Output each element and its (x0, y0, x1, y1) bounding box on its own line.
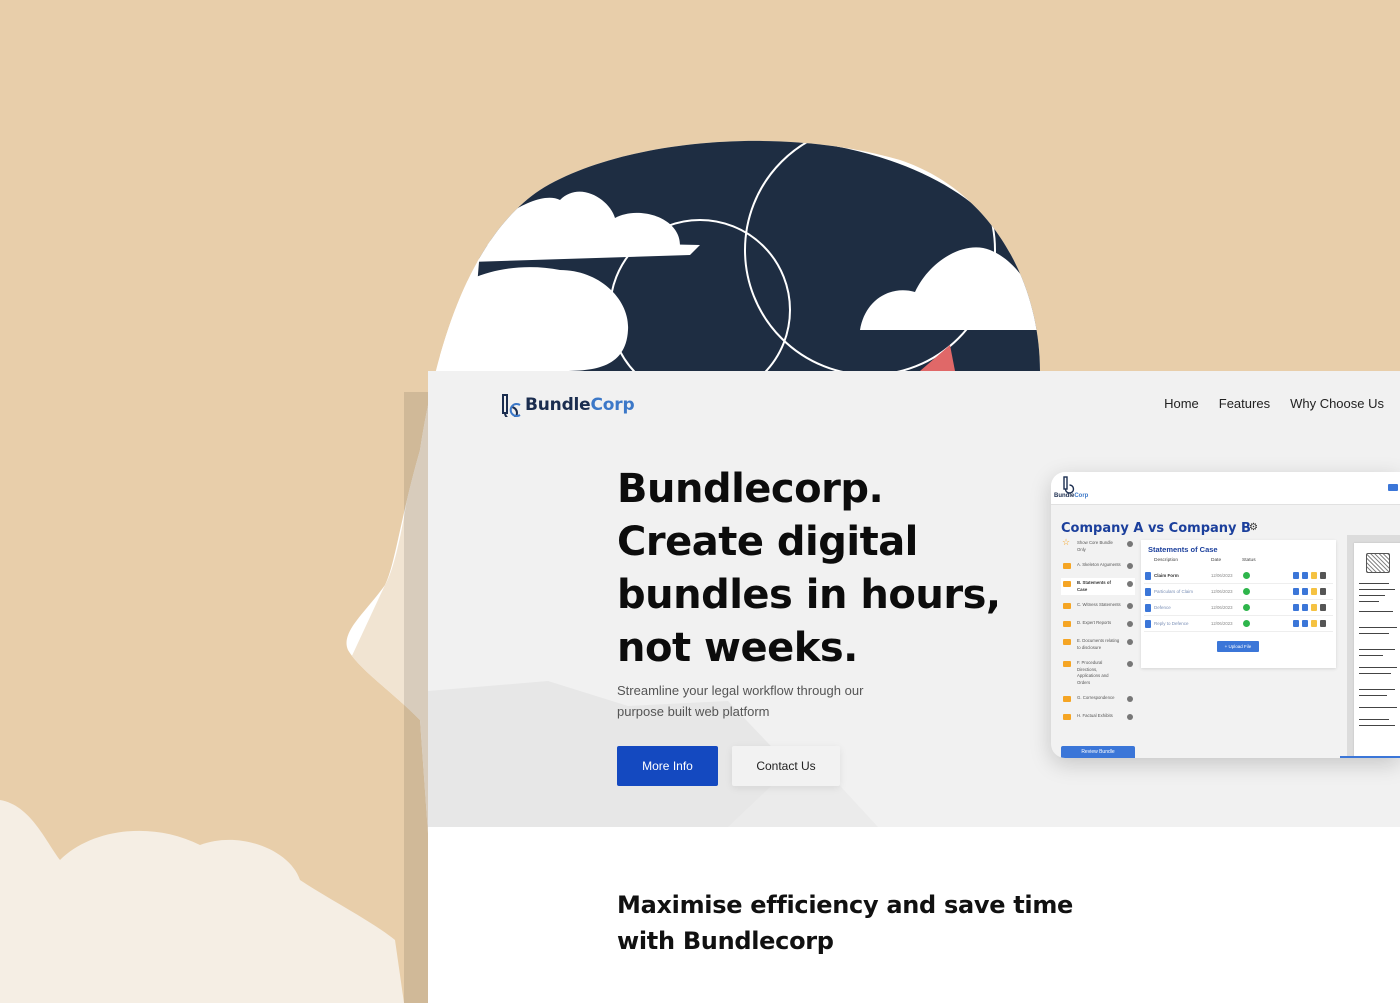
sidebar-item-witness-statements[interactable]: C. Witness Statements (1061, 600, 1135, 613)
nav-features-link[interactable]: Features (1219, 396, 1270, 411)
brand-logo-icon (502, 394, 521, 417)
info-icon (1127, 581, 1133, 587)
gear-icon[interactable]: ⚙ (1249, 522, 1258, 533)
edit-icon[interactable] (1293, 588, 1299, 595)
info-icon (1127, 639, 1133, 645)
contact-us-button[interactable]: Contact Us (732, 746, 840, 786)
info-icon (1127, 621, 1133, 627)
star-icon[interactable] (1311, 604, 1317, 611)
folder-icon[interactable] (1388, 484, 1398, 491)
document-viewer[interactable] (1347, 535, 1400, 758)
document-viewer-progress (1340, 756, 1400, 758)
edit-icon[interactable] (1293, 604, 1299, 611)
panel-title: Statements of Case (1148, 545, 1218, 554)
folder-icon (1063, 639, 1071, 645)
column-header-status: Status (1242, 558, 1256, 563)
main-nav: Home Features Why Choose Us (1164, 396, 1384, 411)
status-check-icon (1243, 604, 1250, 611)
trash-icon[interactable] (1320, 572, 1326, 579)
info-icon (1127, 661, 1133, 667)
file-icon (1145, 620, 1151, 628)
edit-icon[interactable] (1293, 620, 1299, 627)
document-icon[interactable] (1302, 604, 1308, 611)
trash-icon[interactable] (1320, 588, 1326, 595)
more-info-button[interactable]: More Info (617, 746, 718, 786)
column-header-description: Description (1154, 558, 1178, 563)
statements-of-case-panel: Statements of Case Description Date Stat… (1141, 540, 1336, 668)
sidebar-item-skeleton-arguments[interactable]: A. Skeleton Arguments (1061, 560, 1135, 573)
preview-logo-text: BundleCorp (1054, 493, 1089, 499)
app-preview-card: BundleCorp Company A vs Company B ⚙ ☆ Sho… (1051, 472, 1400, 758)
case-title: Company A vs Company B (1061, 521, 1251, 536)
brand-logo[interactable]: BundleCorp (500, 393, 635, 417)
preview-header: BundleCorp (1051, 472, 1400, 505)
folder-icon (1063, 661, 1071, 667)
hero-title-line-1: Bundlecorp. (617, 466, 884, 512)
upload-file-button[interactable]: + Upload File (1217, 641, 1259, 652)
file-icon (1145, 572, 1151, 580)
table-row[interactable]: Claim Form 12/06/2023 (1144, 569, 1333, 584)
info-icon (1127, 714, 1133, 720)
nav-home-link[interactable]: Home (1164, 396, 1199, 411)
info-icon (1127, 541, 1133, 547)
website-panel: BundleCorp Home Features Why Choose Us B… (428, 371, 1400, 1003)
folder-icon (1063, 696, 1071, 702)
hero-section: BundleCorp Home Features Why Choose Us B… (428, 371, 1400, 827)
folder-icon (1063, 563, 1071, 569)
status-check-icon (1243, 588, 1250, 595)
star-icon[interactable] (1311, 620, 1317, 627)
folder-icon (1063, 714, 1071, 720)
document-page-thumbnail (1354, 543, 1400, 758)
file-icon (1145, 588, 1151, 596)
bundle-sidebar: ☆ Show Core Bundle Only A. Skeleton Argum… (1061, 538, 1135, 729)
review-bundle-button[interactable]: Review Bundle (1061, 746, 1135, 758)
hero-subtitle: Streamline your legal workflow through o… (617, 683, 864, 719)
info-icon (1127, 603, 1133, 609)
hero-title: Bundlecorp. Create digital bundles in ho… (617, 463, 1037, 675)
hero-title-line-3: bundles in hours, (617, 572, 1001, 618)
trash-icon[interactable] (1320, 620, 1326, 627)
sidebar-item-procedural-directions[interactable]: F. Procedural Directions, Applications a… (1061, 658, 1135, 688)
folder-icon (1063, 621, 1071, 627)
info-icon (1127, 696, 1133, 702)
document-icon[interactable] (1302, 572, 1308, 579)
folder-icon (1063, 581, 1071, 587)
edit-icon[interactable] (1293, 572, 1299, 579)
sidebar-item-core-bundle[interactable]: ☆ Show Core Bundle Only (1061, 538, 1135, 555)
document-icon[interactable] (1302, 620, 1308, 627)
table-row[interactable]: Defence 12/06/2023 (1144, 601, 1333, 616)
nav-why-choose-us-link[interactable]: Why Choose Us (1290, 396, 1384, 411)
sidebar-item-correspondence[interactable]: G. Correspondence (1061, 693, 1135, 706)
table-row[interactable]: Reply to Defence 12/06/2023 (1144, 617, 1333, 632)
sidebar-item-statements-of-case[interactable]: B. Statements of Case (1061, 578, 1135, 595)
star-icon: ☆ (1062, 537, 1071, 547)
document-icon[interactable] (1302, 588, 1308, 595)
sidebar-item-factual-exhibits[interactable]: H. Factual Exhibits (1061, 711, 1135, 724)
star-icon[interactable] (1311, 572, 1317, 579)
file-icon (1145, 604, 1151, 612)
folder-icon (1063, 603, 1071, 609)
info-icon (1127, 563, 1133, 569)
status-check-icon (1243, 620, 1250, 627)
hero-title-line-4: not weeks. (617, 625, 858, 671)
status-check-icon (1243, 572, 1250, 579)
section-title: Maximise efficiency and save time with B… (617, 891, 1074, 955)
trash-icon[interactable] (1320, 604, 1326, 611)
star-icon[interactable] (1311, 588, 1317, 595)
table-row[interactable]: Particulars of Claim 12/06/2023 (1144, 585, 1333, 600)
sidebar-item-expert-reports[interactable]: D. Expert Reports (1061, 618, 1135, 631)
sidebar-item-disclosure-documents[interactable]: E. Documents relating to disclosure (1061, 636, 1135, 653)
brand-name: BundleCorp (525, 395, 635, 415)
column-header-date: Date (1211, 558, 1222, 563)
court-crest-icon (1366, 553, 1390, 573)
hero-title-line-2: Create digital (617, 519, 918, 565)
